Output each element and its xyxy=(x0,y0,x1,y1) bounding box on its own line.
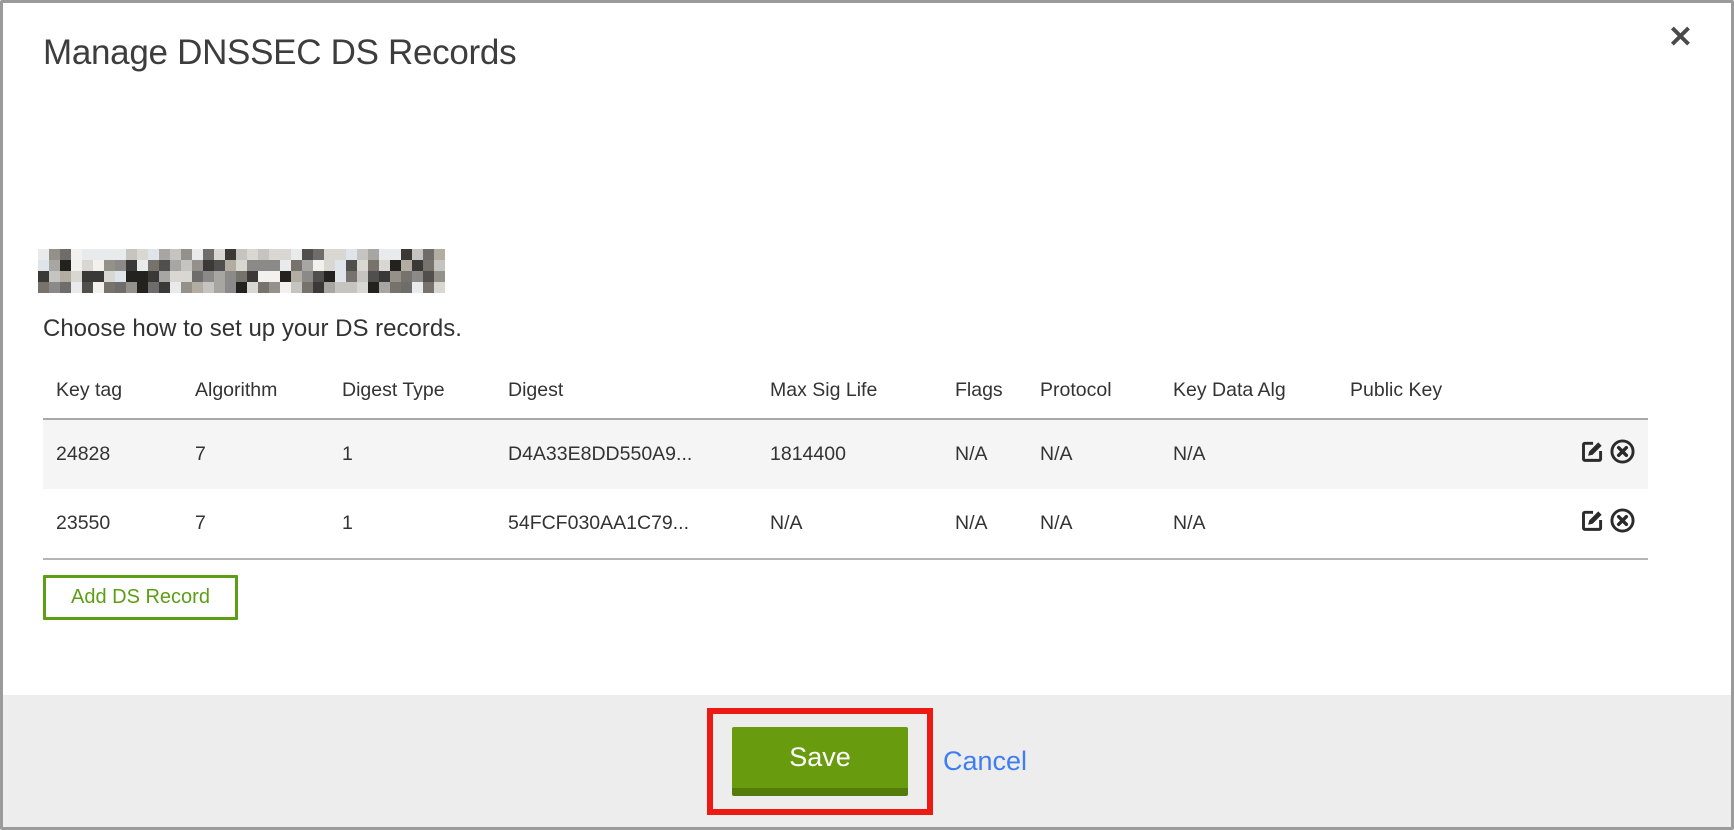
table-header-row: Key tag Algorithm Digest Type Digest Max… xyxy=(43,359,1648,419)
column-header-key-data-alg: Key Data Alg xyxy=(1171,359,1348,419)
cell-actions xyxy=(1498,419,1648,489)
column-header-digest: Digest xyxy=(506,359,768,419)
redacted-domain-name xyxy=(38,249,445,293)
column-header-public-key: Public Key xyxy=(1348,359,1498,419)
cell-key-tag: 24828 xyxy=(43,419,193,489)
page-title: Manage DNSSEC DS Records xyxy=(43,33,516,73)
column-header-algorithm: Algorithm xyxy=(193,359,340,419)
cell-protocol: N/A xyxy=(1038,419,1171,489)
cell-key-data-alg: N/A xyxy=(1171,489,1348,559)
cell-algorithm: 7 xyxy=(193,419,340,489)
table-row: 24828 7 1 D4A33E8DD550A9... 1814400 N/A … xyxy=(43,419,1648,489)
cell-key-data-alg: N/A xyxy=(1171,419,1348,489)
cell-digest-type: 1 xyxy=(340,419,506,489)
ds-records-table: Key tag Algorithm Digest Type Digest Max… xyxy=(43,359,1648,560)
edit-icon[interactable] xyxy=(1579,507,1606,540)
add-ds-record-button[interactable]: Add DS Record xyxy=(43,575,238,620)
column-header-actions xyxy=(1498,359,1648,419)
intro-text: Choose how to set up your DS records. xyxy=(43,315,462,343)
cell-key-tag: 23550 xyxy=(43,489,193,559)
cell-digest: D4A33E8DD550A9... xyxy=(506,419,768,489)
close-icon[interactable]: ✕ xyxy=(1668,23,1693,53)
cell-flags: N/A xyxy=(953,489,1038,559)
save-button[interactable]: Save xyxy=(732,727,908,796)
save-highlight-annotation: Save xyxy=(707,708,933,815)
cell-flags: N/A xyxy=(953,419,1038,489)
cell-max-sig-life: N/A xyxy=(768,489,953,559)
column-header-key-tag: Key tag xyxy=(43,359,193,419)
column-header-max-sig-life: Max Sig Life xyxy=(768,359,953,419)
column-header-protocol: Protocol xyxy=(1038,359,1171,419)
cell-max-sig-life: 1814400 xyxy=(768,419,953,489)
remove-circle-icon[interactable] xyxy=(1609,507,1636,540)
cell-digest-type: 1 xyxy=(340,489,506,559)
table-row: 23550 7 1 54FCF030AA1C79... N/A N/A N/A … xyxy=(43,489,1648,559)
column-header-digest-type: Digest Type xyxy=(340,359,506,419)
cell-protocol: N/A xyxy=(1038,489,1171,559)
column-header-flags: Flags xyxy=(953,359,1038,419)
cell-actions xyxy=(1498,489,1648,559)
cancel-link[interactable]: Cancel xyxy=(943,746,1027,777)
remove-circle-icon[interactable] xyxy=(1609,438,1636,471)
cell-public-key xyxy=(1348,489,1498,559)
dialog-footer: Save Cancel xyxy=(3,695,1731,827)
edit-icon[interactable] xyxy=(1579,438,1606,471)
cell-algorithm: 7 xyxy=(193,489,340,559)
dnssec-dialog: Manage DNSSEC DS Records ✕ Choose how to… xyxy=(0,0,1734,830)
cell-public-key xyxy=(1348,419,1498,489)
cell-digest: 54FCF030AA1C79... xyxy=(506,489,768,559)
